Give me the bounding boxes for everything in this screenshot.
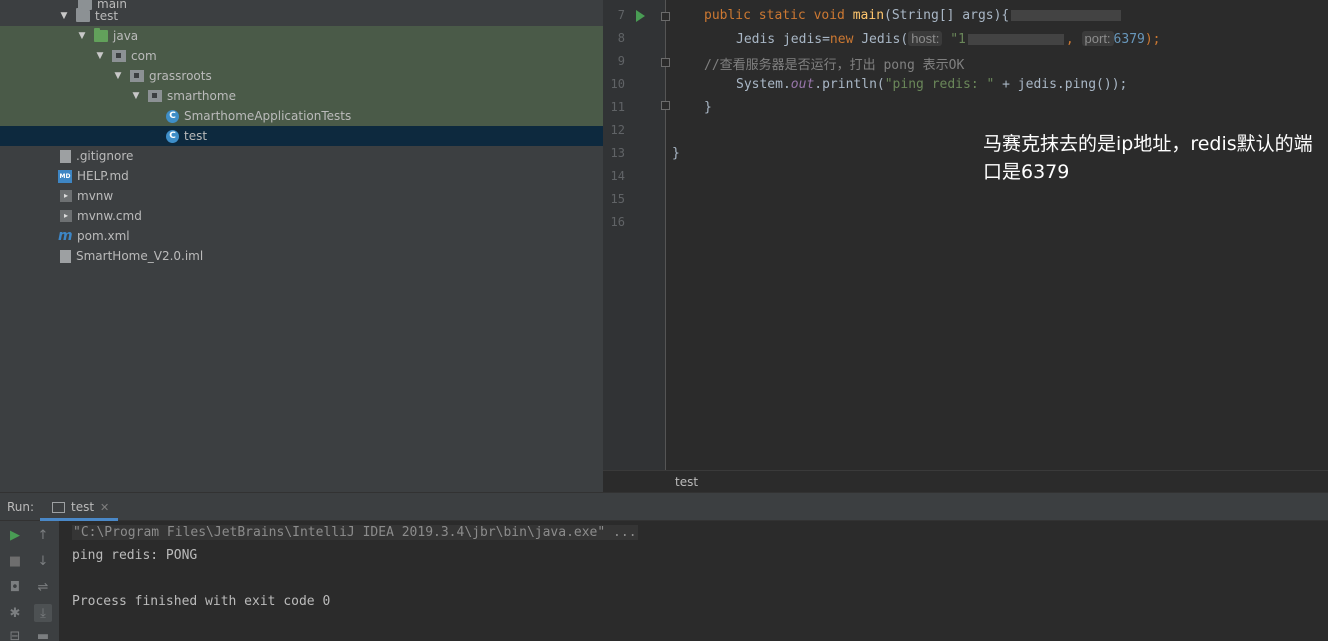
tree-item-mvnw[interactable]: ▸ mvnw [0,186,603,206]
print-icon[interactable]: ▬ [34,627,52,641]
tree-item-iml[interactable]: SmartHome_V2.0.iml [0,246,603,266]
arrow-up-icon[interactable]: ↑ [34,526,52,544]
expand-arrow-icon[interactable]: ▼ [130,91,142,101]
package-icon [130,70,144,82]
redacted-region [967,34,1064,45]
line-number: 15 [610,192,625,206]
soft-wrap-icon[interactable]: ⇌ [34,578,52,596]
settings-icon[interactable]: ✱ [6,604,24,622]
tree-item-smarthome[interactable]: ▼ smarthome [0,86,603,106]
redacted-region [1011,10,1122,21]
code-editor[interactable]: 7 8 9 10 11 12 13 14 15 16 public static… [603,0,1328,470]
line-number: 13 [610,146,625,160]
folder-icon [76,8,90,22]
close-icon[interactable]: ✕ [100,501,109,514]
expand-arrow-icon[interactable]: ▼ [58,11,70,21]
line-number: 14 [610,169,625,183]
stop-icon[interactable]: ■ [6,552,24,570]
package-icon [112,50,126,62]
script-icon: ▸ [60,190,72,202]
module-file-icon [60,249,71,263]
class-icon: C [166,129,179,143]
script-icon: ▸ [60,210,72,222]
editor-breadcrumb-bar: test [603,470,1328,492]
file-icon [60,149,71,163]
fold-marker-icon[interactable] [661,58,670,67]
line-number: 8 [617,31,625,45]
fold-marker-icon[interactable] [661,101,670,110]
rerun-icon[interactable]: ▶ [6,526,24,544]
editor-gutter: 7 8 9 10 11 12 13 14 15 16 [603,0,665,470]
gutter-divider [665,0,666,470]
arrow-down-icon[interactable]: ↓ [34,552,52,570]
camera-icon[interactable]: ◘ [6,578,24,596]
code-line-9: //查看服务器是否运行，打出 pong 表示OK [704,58,965,73]
run-label: Run: [7,500,35,514]
expand-arrow-icon[interactable]: ▼ [112,71,124,81]
class-icon: C [166,109,179,123]
package-icon [148,90,162,102]
source-folder-icon [94,28,108,42]
param-hint-port: port: [1081,31,1114,46]
maven-icon: m [58,227,73,244]
layout-icon[interactable]: ⊟ [6,627,24,641]
tree-item-pom-xml[interactable]: m pom.xml [0,226,603,246]
tree-item-test-folder[interactable]: ▼ test [0,6,603,26]
expand-arrow-icon[interactable]: ▼ [76,31,88,41]
run-tab-label: test [71,500,95,514]
fold-marker-icon[interactable] [661,12,670,21]
console-line: Process finished with exit code 0 [72,594,331,609]
line-number: 7 [617,8,625,22]
code-line-7: public static void main(String[] args){ [704,8,1123,23]
tree-item-mvnw-cmd[interactable]: ▸ mvnw.cmd [0,206,603,226]
project-tree: main ▼ test ▼ java ▼ com ▼ grassroots ▼ … [0,0,603,492]
run-tab-test[interactable]: test ✕ [40,493,121,521]
tree-item-smarthome-application-tests[interactable]: C SmarthomeApplicationTests [0,106,603,126]
run-gutter-icon[interactable] [636,10,645,22]
run-console[interactable]: "C:\Program Files\JetBrains\IntelliJ IDE… [59,521,1328,641]
console-line: ping redis: PONG [72,548,198,563]
tree-item-test-class[interactable]: C test [0,126,603,146]
line-number: 11 [610,100,625,114]
scroll-to-end-icon[interactable]: ⤓ [34,604,52,622]
code-line-10: System.out.println("ping redis: " + jedi… [736,77,1128,92]
annotation-text: 马赛克抹去的是ip地址，redis默认的端口是6379 [983,133,1313,183]
line-number: 10 [610,77,625,91]
run-panel-header: Run: test ✕ [0,492,1328,521]
param-hint-host: host: [908,31,943,46]
tree-item-java[interactable]: ▼ java [0,26,603,46]
tree-item-gitignore[interactable]: .gitignore [0,146,603,166]
tree-item-help-md[interactable]: MD HELP.md [0,166,603,186]
console-icon [52,501,65,513]
code-line-8: Jedis jedis=new Jedis(host: "1, port: 637… [736,31,1161,47]
markdown-icon: MD [58,169,72,183]
tree-item-grassroots[interactable]: ▼ grassroots [0,66,603,86]
line-number: 12 [610,123,625,137]
code-line-11: } [704,100,712,115]
tree-item-com[interactable]: ▼ com [0,46,603,66]
code-line-13: } [672,146,680,161]
breadcrumb[interactable]: test [675,475,698,489]
line-number: 9 [617,54,625,68]
expand-arrow-icon[interactable]: ▼ [94,51,106,61]
console-line: "C:\Program Files\JetBrains\IntelliJ IDE… [72,525,638,540]
line-number: 16 [610,215,625,229]
run-toolbar: ▶ ■ ◘ ✱ ⊟ ↑ ↓ ⇌ ⤓ ▬ [0,521,59,641]
